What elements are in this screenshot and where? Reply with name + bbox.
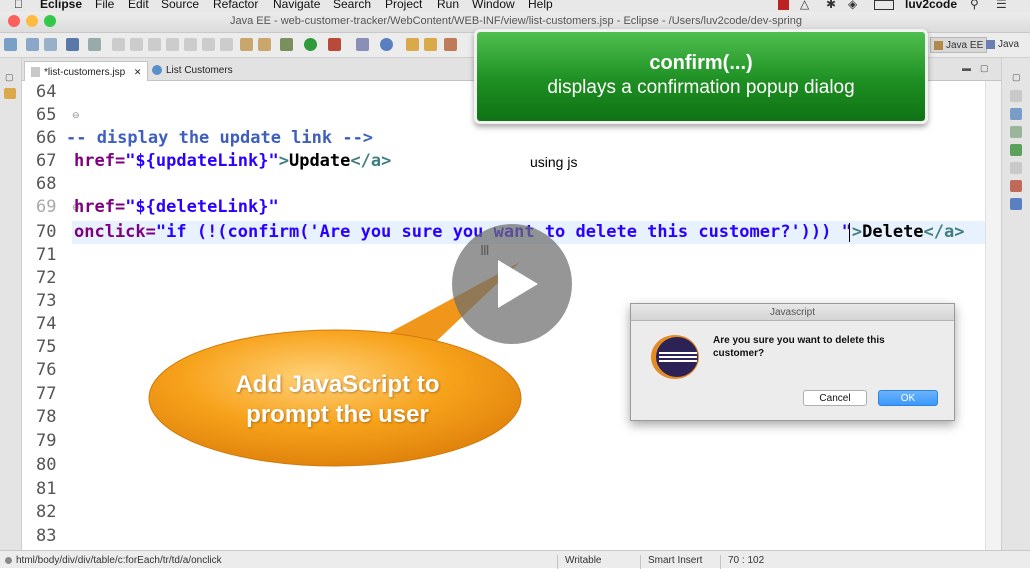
status-cursor-position: 70 : 102 xyxy=(728,555,765,566)
speech-bubble-text: Add JavaScript to prompt the user xyxy=(160,370,515,430)
status-insert-mode: Smart Insert xyxy=(648,555,703,566)
video-play-button[interactable] xyxy=(452,224,572,344)
status-divider xyxy=(557,555,558,569)
eclipse-logo-icon xyxy=(651,335,699,379)
bubble-line-1: Add JavaScript to xyxy=(235,371,440,398)
play-icon xyxy=(498,260,538,308)
javascript-confirm-dialog: Javascript Are you sure you want to dele… xyxy=(630,303,955,421)
status-element-path: html/body/div/div/table/c:forEach/tr/td/… xyxy=(16,555,222,566)
status-indicator-icon xyxy=(5,557,12,564)
status-bar: html/body/div/div/table/c:forEach/tr/td/… xyxy=(0,550,1030,569)
dialog-message: Are you sure you want to delete this cus… xyxy=(713,335,885,359)
status-divider xyxy=(720,555,721,569)
status-divider xyxy=(640,555,641,569)
status-writable: Writable xyxy=(565,555,602,566)
cancel-button[interactable]: Cancel xyxy=(803,390,867,406)
ok-button[interactable]: OK xyxy=(878,390,938,406)
bubble-line-2: prompt the user xyxy=(246,401,429,428)
dialog-title: Javascript xyxy=(631,304,954,321)
